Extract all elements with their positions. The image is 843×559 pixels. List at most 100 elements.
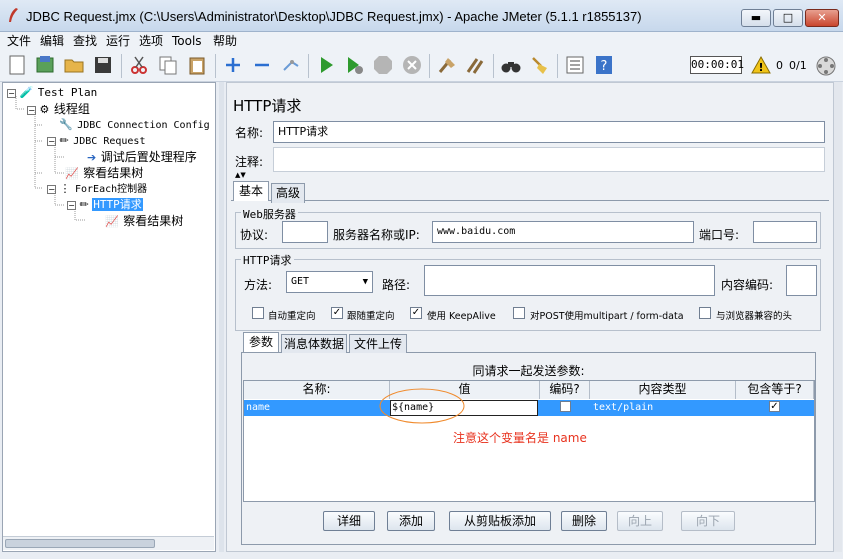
tree-node-label: JDBC Request	[73, 136, 146, 147]
tree-node-debug-post-processor[interactable]: ➔ 调试后置处理程序	[87, 149, 198, 165]
multipart-checkbox[interactable]	[513, 307, 525, 319]
copy-icon[interactable]	[157, 54, 179, 76]
column-header-include-equals[interactable]: 包含等于?	[736, 381, 814, 399]
menu-bar: 文件 编辑 查找 运行 选项 Tools 帮助	[0, 32, 843, 50]
tree-node-jdbc-connection-config[interactable]: 🔧 JDBC Connection Config	[59, 117, 211, 133]
collapse-icon[interactable]	[251, 54, 273, 76]
title-bar: JDBC Request.jmx (C:\Users\Administrator…	[0, 0, 843, 32]
reset-search-broom-icon[interactable]	[529, 54, 551, 76]
clear-icon[interactable]	[436, 54, 458, 76]
auto-redirect-checkbox[interactable]	[252, 307, 264, 319]
table-row[interactable]: name ${name} text/plain ✓	[244, 400, 814, 416]
server-input[interactable]: www.baidu.com	[432, 221, 694, 243]
follow-redirects-checkbox[interactable]: ✓	[331, 307, 343, 319]
name-input[interactable]: HTTP请求	[273, 121, 825, 143]
open-folder-icon[interactable]	[63, 54, 85, 76]
expand-icon[interactable]	[222, 54, 244, 76]
move-down-button[interactable]: 向下	[681, 511, 735, 531]
tree-node-view-results-tree[interactable]: 📈 察看结果树	[65, 165, 144, 181]
menu-run[interactable]: 运行	[104, 32, 132, 50]
include-equals-checkbox[interactable]: ✓	[769, 401, 780, 412]
content-type-cell[interactable]: text/plain	[593, 402, 653, 413]
path-input[interactable]	[424, 265, 715, 296]
encoding-label: 内容编码:	[721, 278, 774, 292]
multipart-label: 对POST使用multipart / form-data	[530, 311, 684, 322]
scrollbar-thumb[interactable]	[5, 539, 155, 548]
name-label: 名称:	[235, 126, 264, 140]
pane-splitter[interactable]	[219, 82, 224, 552]
stop-icon[interactable]	[372, 54, 394, 76]
search-binoculars-icon[interactable]	[500, 54, 522, 76]
maximize-button[interactable]: □	[773, 9, 803, 27]
close-button[interactable]: ✕	[805, 9, 839, 27]
tree-node-test-plan[interactable]: − 🧪 Test Plan	[7, 85, 98, 101]
protocol-input[interactable]	[282, 221, 328, 243]
detail-button[interactable]: 详细	[323, 511, 375, 531]
clear-all-icon[interactable]	[465, 54, 487, 76]
tree-node-http-request[interactable]: − ✏ HTTP请求	[67, 197, 143, 213]
remote-status-icon	[816, 56, 836, 76]
active-threads-count: 0/1	[789, 59, 807, 72]
keepalive-checkbox[interactable]: ✓	[410, 307, 422, 319]
tree-node-label: JDBC Connection Config	[77, 120, 210, 131]
add-from-clipboard-button[interactable]: 从剪贴板添加	[449, 511, 551, 531]
help-icon[interactable]: ?	[593, 54, 615, 76]
cut-icon[interactable]	[128, 54, 150, 76]
menu-edit[interactable]: 编辑	[38, 32, 66, 50]
minimize-button[interactable]: ▬	[741, 9, 771, 27]
toolbar-separator	[493, 54, 494, 78]
method-select[interactable]: GET ▼	[286, 271, 373, 293]
wrench-icon: 🔧	[59, 118, 73, 131]
panel-vertical-scrollbar[interactable]	[834, 82, 842, 552]
tree-node-label: 察看结果树	[83, 166, 144, 180]
menu-search[interactable]: 查找	[71, 32, 99, 50]
paste-icon[interactable]	[186, 54, 208, 76]
tab-advanced[interactable]: 高级	[271, 183, 305, 203]
tree-node-foreach-controller[interactable]: − ⋮ ForEach控制器	[47, 181, 148, 197]
function-helper-list-icon[interactable]	[564, 54, 586, 76]
menu-tools[interactable]: Tools	[170, 32, 204, 50]
svg-text:?: ?	[601, 59, 608, 74]
svg-text:!: !	[758, 61, 763, 74]
menu-file[interactable]: 文件	[5, 32, 33, 50]
column-header-name[interactable]: 名称:	[244, 381, 390, 399]
port-input[interactable]	[753, 221, 817, 243]
encode-checkbox[interactable]	[560, 401, 571, 412]
tree-node-jdbc-request[interactable]: − ✏ JDBC Request	[47, 133, 146, 149]
delete-button[interactable]: 删除	[561, 511, 607, 531]
annotation-text: 注意这个变量名是 name	[453, 431, 587, 445]
params-caption: 同请求一起发送参数:	[472, 364, 585, 378]
start-no-pauses-icon[interactable]	[343, 54, 365, 76]
templates-icon[interactable]	[34, 54, 56, 76]
toolbar-separator	[557, 54, 558, 78]
comment-input[interactable]	[273, 147, 825, 172]
menu-help[interactable]: 帮助	[211, 32, 239, 50]
save-icon[interactable]	[92, 54, 114, 76]
warning-count: 0	[776, 59, 783, 72]
menu-options[interactable]: 选项	[137, 32, 165, 50]
protocol-label: 协议:	[240, 228, 269, 242]
tab-files-upload[interactable]: 文件上传	[349, 334, 407, 354]
tree-node-view-results-tree-2[interactable]: 📈 察看结果树	[105, 213, 184, 229]
encoding-input[interactable]	[786, 265, 817, 296]
column-header-encode[interactable]: 编码?	[540, 381, 590, 399]
tab-body-data[interactable]: 消息体数据	[281, 334, 347, 354]
browser-compatible-checkbox[interactable]	[699, 307, 711, 319]
param-name-cell[interactable]: name	[246, 402, 270, 413]
web-server-title: Web服务器	[241, 206, 298, 222]
collapse-arrows[interactable]: ▲▼	[235, 171, 246, 179]
listener-chart-icon: 📈	[105, 215, 119, 228]
add-button[interactable]: 添加	[387, 511, 435, 531]
column-header-content-type[interactable]: 内容类型	[590, 381, 736, 399]
shutdown-icon[interactable]	[401, 54, 423, 76]
new-file-icon[interactable]	[6, 54, 28, 76]
tree-horizontal-scrollbar[interactable]	[3, 536, 214, 550]
move-up-button[interactable]: 向上	[617, 511, 663, 531]
tab-parameters[interactable]: 参数	[243, 332, 279, 352]
start-icon[interactable]	[315, 54, 337, 76]
toggle-icon[interactable]	[280, 54, 302, 76]
warning-icon[interactable]: !	[751, 55, 771, 75]
tab-basic[interactable]: 基本	[233, 181, 269, 201]
tree-node-thread-group[interactable]: − ⚙ 线程组	[27, 101, 91, 117]
jmeter-feather-icon	[9, 8, 18, 22]
